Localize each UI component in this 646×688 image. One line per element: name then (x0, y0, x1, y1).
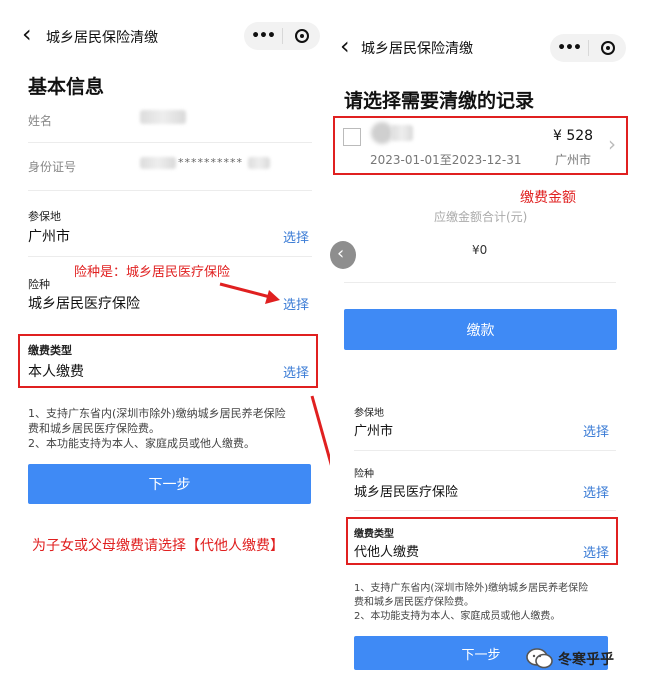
capsule-menu: ••• (244, 22, 320, 50)
insurance-select-link[interactable]: 选择 (283, 294, 309, 313)
region-value: 广州市 (354, 424, 394, 439)
payer-type-value: 本人缴费 (28, 364, 84, 380)
nav-title: 城乡居民保险清缴 (46, 30, 158, 46)
prev-arrow-icon[interactable]: ‹ (330, 241, 356, 269)
id-suffix-blurred (248, 157, 270, 169)
watermark: 冬寒乎乎 (526, 648, 614, 670)
more-icon[interactable]: ••• (244, 28, 282, 44)
record-name-blurred (371, 122, 393, 144)
divider (344, 282, 616, 283)
record-row[interactable]: 2023-01-01至2023-12-31 ¥ 528 广州市 › (335, 118, 626, 173)
name-value-blurred (140, 110, 186, 124)
id-prefix-blurred (140, 157, 176, 169)
name-label: 姓名 (28, 114, 53, 128)
insurance-label: 险种 (354, 469, 374, 480)
note-line-2: 费和城乡居民医疗保险费。 (28, 422, 160, 435)
divider (28, 256, 312, 257)
total-value: ¥0 (472, 243, 488, 257)
record-period: 2023-01-01至2023-12-31 (370, 153, 522, 167)
divider (28, 190, 312, 191)
region-value: 广州市 (28, 229, 70, 245)
region-select-link[interactable]: 选择 (583, 421, 609, 440)
arrow-to-insurance-icon (219, 282, 280, 304)
close-mini-program-icon[interactable] (589, 41, 626, 55)
nav-bar: ‹ 城乡居民保险清缴 ••• (0, 18, 330, 58)
close-mini-program-icon[interactable] (283, 29, 320, 43)
more-icon[interactable]: ••• (550, 40, 588, 56)
insurance-value: 城乡居民医疗保险 (28, 296, 140, 312)
id-label: 身份证号 (28, 160, 77, 174)
divider (354, 510, 616, 511)
next-button[interactable]: 下一步 (28, 464, 311, 504)
record-city: 广州市 (555, 153, 592, 167)
left-screen: ‹ 城乡居民保险清缴 ••• 基本信息 姓名 身份证号 ********** 参… (0, 0, 330, 688)
nav-title: 城乡居民保险清缴 (361, 41, 473, 57)
note-line-3: 2、本功能支持为本人、家庭成员或他人缴费。 (28, 437, 255, 450)
region-label: 参保地 (28, 210, 61, 223)
note-line-3: 2、本功能支持为本人、家庭成员或他人缴费。 (354, 611, 561, 622)
pay-button[interactable]: 缴款 (344, 309, 617, 350)
back-icon[interactable]: ‹ (22, 22, 32, 46)
region-select-link[interactable]: 选择 (283, 227, 309, 246)
id-value: ********** (178, 156, 243, 169)
region-label: 参保地 (354, 408, 384, 419)
watermark-text: 冬寒乎乎 (558, 652, 614, 668)
capsule-menu: ••• (550, 34, 626, 62)
payer-type-value: 代他人缴费 (354, 545, 420, 560)
payer-type-select-link[interactable]: 选择 (583, 542, 609, 561)
record-name-blurred-text (391, 125, 413, 141)
wechat-icon (526, 648, 553, 669)
annotation-amount: 缴费金额 (520, 190, 576, 206)
prev-arrow-glyph: ‹ (337, 243, 345, 264)
payer-type-label: 缴费类型 (354, 529, 394, 540)
nav-bar: ‹ 城乡居民保险清缴 ••• (330, 30, 646, 70)
page-title: 请选择需要清缴的记录 (344, 90, 535, 112)
page-title: 基本信息 (28, 76, 105, 98)
payer-type-select-link[interactable]: 选择 (283, 362, 309, 381)
divider (354, 450, 616, 451)
note-line-1: 1、支持广东省内(深圳市除外)缴纳城乡居民养老保险 (354, 583, 589, 594)
note-line-1: 1、支持广东省内(深圳市除外)缴纳城乡居民养老保险 (28, 407, 286, 420)
payer-type-label: 缴费类型 (28, 344, 72, 357)
chevron-right-icon: › (608, 132, 616, 156)
note-line-2: 费和城乡居民医疗保险费。 (354, 597, 474, 608)
record-checkbox[interactable] (343, 128, 361, 146)
annotation-bottom: 为子女或父母缴费请选择【代他人缴费】 (32, 538, 284, 554)
right-screen: ‹ 城乡居民保险清缴 ••• 请选择需要清缴的记录 2023-01-01至202… (330, 0, 646, 688)
insurance-select-link[interactable]: 选择 (583, 482, 609, 501)
record-amount: ¥ 528 (553, 128, 594, 144)
total-label: 应缴金额合计(元) (434, 210, 528, 224)
insurance-label: 险种 (28, 278, 50, 291)
annotation-insurance: 险种是：城乡居民医疗保险 (74, 265, 231, 280)
insurance-value: 城乡居民医疗保险 (354, 485, 459, 500)
back-icon[interactable]: ‹ (340, 34, 350, 58)
divider (28, 142, 312, 143)
